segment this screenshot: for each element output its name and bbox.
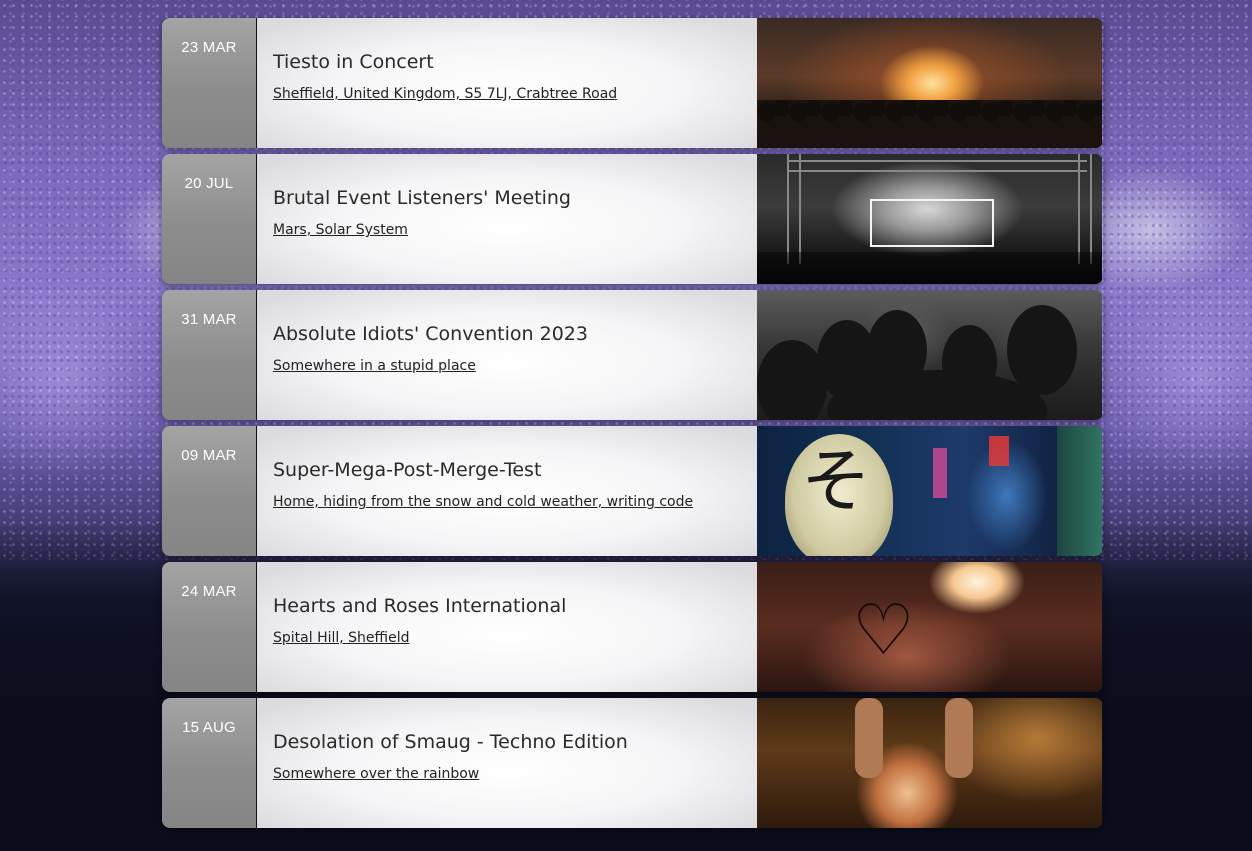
event-date: 23 MAR [162,18,257,148]
event-card[interactable]: 31 MAR Absolute Idiots' Convention 2023 … [162,290,1103,420]
raised-arm [855,698,883,778]
event-date: 20 JUL [162,154,257,284]
event-image [757,154,1102,284]
event-image: そ [757,426,1102,556]
lantern-glyph: そ [801,440,871,522]
crowd-silhouette [757,100,1102,148]
stage-truss [787,160,1087,172]
event-date: 09 MAR [162,426,257,556]
event-image [757,698,1102,828]
shop-shutter [1057,426,1102,556]
event-card[interactable]: 15 AUG Desolation of Smaug - Techno Edit… [162,698,1103,828]
event-location-link[interactable]: Mars, Solar System [273,222,408,238]
event-location-link[interactable]: Spital Hill, Sheffield [273,630,409,646]
crowd-head [1007,305,1077,395]
event-info: Hearts and Roses International Spital Hi… [257,562,757,692]
event-title: Desolation of Smaug - Techno Edition [273,731,628,753]
event-info: Brutal Event Listeners' Meeting Mars, So… [257,154,757,284]
event-list: 23 MAR Tiesto in Concert Sheffield, Unit… [162,18,1103,834]
event-card[interactable]: 24 MAR Hearts and Roses International Sp… [162,562,1103,692]
stage-screen-frame [870,199,994,247]
event-location-link[interactable]: Sheffield, United Kingdom, S5 7LJ, Crabt… [273,86,617,102]
event-image [757,290,1102,420]
event-image [757,18,1102,148]
event-card[interactable]: 20 JUL Brutal Event Listeners' Meeting M… [162,154,1103,284]
event-info: Super-Mega-Post-Merge-Test Home, hiding … [257,426,757,556]
event-date: 31 MAR [162,290,257,420]
event-title: Super-Mega-Post-Merge-Test [273,459,542,481]
neon-sign [933,448,947,498]
crowd-silhouette [757,252,1102,284]
event-info: Tiesto in Concert Sheffield, United King… [257,18,757,148]
event-location-link[interactable]: Somewhere in a stupid place [273,358,476,374]
event-image: ♡ [757,562,1102,692]
event-info: Absolute Idiots' Convention 2023 Somewhe… [257,290,757,420]
event-title: Tiesto in Concert [273,51,434,73]
event-date: 24 MAR [162,562,257,692]
event-title: Brutal Event Listeners' Meeting [273,187,571,209]
stage-truss [787,154,801,264]
event-location-link[interactable]: Somewhere over the rainbow [273,766,479,782]
raised-arm [945,698,973,778]
event-card[interactable]: 23 MAR Tiesto in Concert Sheffield, Unit… [162,18,1103,148]
event-location-link[interactable]: Home, hiding from the snow and cold weat… [273,494,693,510]
event-info: Desolation of Smaug - Techno Edition Som… [257,698,757,828]
event-card[interactable]: 09 MAR Super-Mega-Post-Merge-Test Home, … [162,426,1103,556]
event-title: Hearts and Roses International [273,595,567,617]
stage-truss [1078,154,1092,264]
neon-sign [989,436,1009,466]
heart-hands-icon: ♡ [852,589,915,671]
event-date: 15 AUG [162,698,257,828]
event-title: Absolute Idiots' Convention 2023 [273,323,588,345]
